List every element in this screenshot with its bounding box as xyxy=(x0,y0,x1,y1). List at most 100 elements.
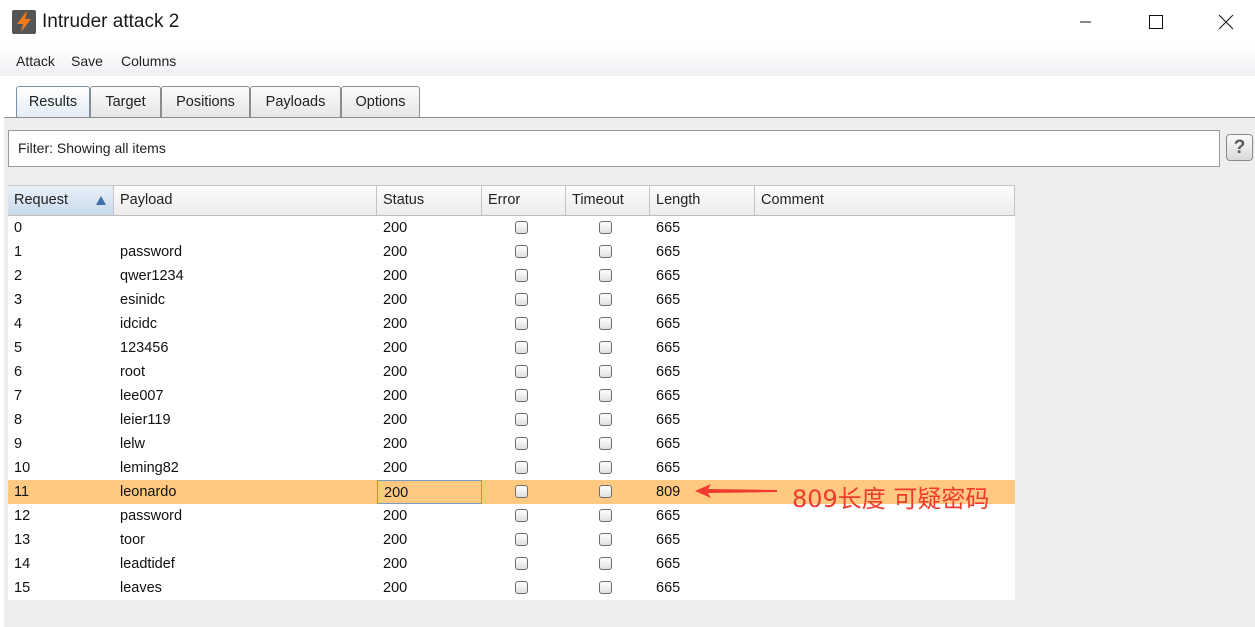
checkbox-icon[interactable] xyxy=(515,461,528,474)
table-row[interactable]: 13 toor 200 665 xyxy=(8,528,1015,552)
checkbox-icon[interactable] xyxy=(599,269,612,282)
cell-request: 11 xyxy=(14,484,30,500)
tab-payloads[interactable]: Payloads xyxy=(250,86,341,117)
column-header-payload[interactable]: Payload xyxy=(114,185,377,215)
cell-payload: password xyxy=(120,508,183,524)
filter-bar[interactable]: Filter: Showing all items xyxy=(8,130,1220,167)
menu-save[interactable]: Save xyxy=(71,53,103,69)
column-header-length[interactable]: Length xyxy=(650,185,755,215)
tab-options[interactable]: Options xyxy=(341,86,420,117)
table-row[interactable]: 5 123456 200 665 xyxy=(8,336,1015,360)
cell-timeout xyxy=(566,528,650,552)
cell-timeout xyxy=(566,312,650,336)
table-row[interactable]: 9 lelw 200 665 xyxy=(8,432,1015,456)
checkbox-icon[interactable] xyxy=(599,413,612,426)
cell-length: 665 xyxy=(656,244,681,260)
checkbox-icon[interactable] xyxy=(515,221,528,234)
cell-comment xyxy=(755,288,1015,312)
tab-positions[interactable]: Positions xyxy=(161,86,250,117)
table-row[interactable]: 2 qwer1234 200 665 xyxy=(8,264,1015,288)
cell-status: 200 xyxy=(383,292,408,308)
cell-payload: leming82 xyxy=(120,460,179,476)
checkbox-icon[interactable] xyxy=(599,461,612,474)
checkbox-icon[interactable] xyxy=(599,293,612,306)
checkbox-icon[interactable] xyxy=(599,317,612,330)
table-row[interactable]: 15 leaves 200 665 xyxy=(8,576,1015,600)
cell-length: 665 xyxy=(656,460,681,476)
checkbox-icon[interactable] xyxy=(599,389,612,402)
tab-results[interactable]: Results xyxy=(16,86,90,117)
table-row[interactable]: 3 esinidc 200 665 xyxy=(8,288,1015,312)
cell-request: 3 xyxy=(14,292,23,308)
checkbox-icon[interactable] xyxy=(515,485,528,498)
column-header-status[interactable]: Status xyxy=(377,185,482,215)
menu-columns[interactable]: Columns xyxy=(121,53,176,69)
cell-timeout xyxy=(566,360,650,384)
column-header-timeout[interactable]: Timeout xyxy=(566,185,650,215)
cell-error xyxy=(482,288,566,312)
cell-error xyxy=(482,240,566,264)
cell-error xyxy=(482,408,566,432)
maximize-icon[interactable] xyxy=(1120,0,1190,44)
table-row[interactable]: 10 leming82 200 665 xyxy=(8,456,1015,480)
column-header-error[interactable]: Error xyxy=(482,185,566,215)
checkbox-icon[interactable] xyxy=(515,293,528,306)
cell-status: 200 xyxy=(383,340,408,356)
cell-timeout xyxy=(566,432,650,456)
checkbox-icon[interactable] xyxy=(599,533,612,546)
checkbox-icon[interactable] xyxy=(599,245,612,258)
checkbox-icon[interactable] xyxy=(515,533,528,546)
checkbox-icon[interactable] xyxy=(515,389,528,402)
cell-error xyxy=(482,480,566,504)
checkbox-icon[interactable] xyxy=(599,581,612,594)
minimize-icon[interactable] xyxy=(1050,0,1120,44)
checkbox-icon[interactable] xyxy=(515,437,528,450)
checkbox-icon[interactable] xyxy=(599,221,612,234)
close-icon[interactable] xyxy=(1190,0,1255,44)
tab-bar: Results Target Positions Payloads Option… xyxy=(0,76,1255,118)
table-row[interactable]: 14 leadtidef 200 665 xyxy=(8,552,1015,576)
title-bar: Intruder attack 2 xyxy=(0,0,1255,44)
checkbox-icon[interactable] xyxy=(599,437,612,450)
checkbox-icon[interactable] xyxy=(599,557,612,570)
checkbox-icon[interactable] xyxy=(599,485,612,498)
checkbox-icon[interactable] xyxy=(515,557,528,570)
checkbox-icon[interactable] xyxy=(515,413,528,426)
table-row[interactable]: 1 password 200 665 xyxy=(8,240,1015,264)
checkbox-icon[interactable] xyxy=(515,581,528,594)
checkbox-icon[interactable] xyxy=(515,245,528,258)
column-header-comment[interactable]: Comment xyxy=(755,185,1015,215)
checkbox-icon[interactable] xyxy=(599,341,612,354)
table-row[interactable]: 7 lee007 200 665 xyxy=(8,384,1015,408)
burp-lightning-icon xyxy=(12,10,36,34)
cell-length: 665 xyxy=(656,220,681,236)
checkbox-icon[interactable] xyxy=(599,365,612,378)
cell-timeout xyxy=(566,336,650,360)
cell-comment xyxy=(755,336,1015,360)
column-header-label: Request xyxy=(14,192,69,208)
menu-attack[interactable]: Attack xyxy=(16,53,55,69)
help-icon[interactable]: ? xyxy=(1226,134,1253,161)
column-header-request[interactable]: Request xyxy=(8,185,114,215)
checkbox-icon[interactable] xyxy=(515,365,528,378)
checkbox-icon[interactable] xyxy=(599,509,612,522)
cell-error xyxy=(482,432,566,456)
cell-request: 1 xyxy=(14,244,23,260)
checkbox-icon[interactable] xyxy=(515,269,528,282)
table-row[interactable]: 0 200 665 xyxy=(8,216,1015,240)
table-body: 0 200 665 1 password 200 665 2 qwer1234 200 665 3 es… xyxy=(8,216,1015,600)
table-row[interactable]: 4 idcidc 200 665 xyxy=(8,312,1015,336)
tab-target[interactable]: Target xyxy=(90,86,161,117)
checkbox-icon[interactable] xyxy=(515,317,528,330)
cell-length: 665 xyxy=(656,316,681,332)
cell-request: 12 xyxy=(14,508,31,524)
cell-request: 8 xyxy=(14,412,23,428)
table-row[interactable]: 8 leier119 200 665 xyxy=(8,408,1015,432)
cell-length: 665 xyxy=(656,580,681,596)
checkbox-icon[interactable] xyxy=(515,509,528,522)
table-row[interactable]: 6 root 200 665 xyxy=(8,360,1015,384)
cell-error xyxy=(482,528,566,552)
checkbox-icon[interactable] xyxy=(515,341,528,354)
cell-payload: toor xyxy=(120,532,145,548)
cell-comment xyxy=(755,312,1015,336)
